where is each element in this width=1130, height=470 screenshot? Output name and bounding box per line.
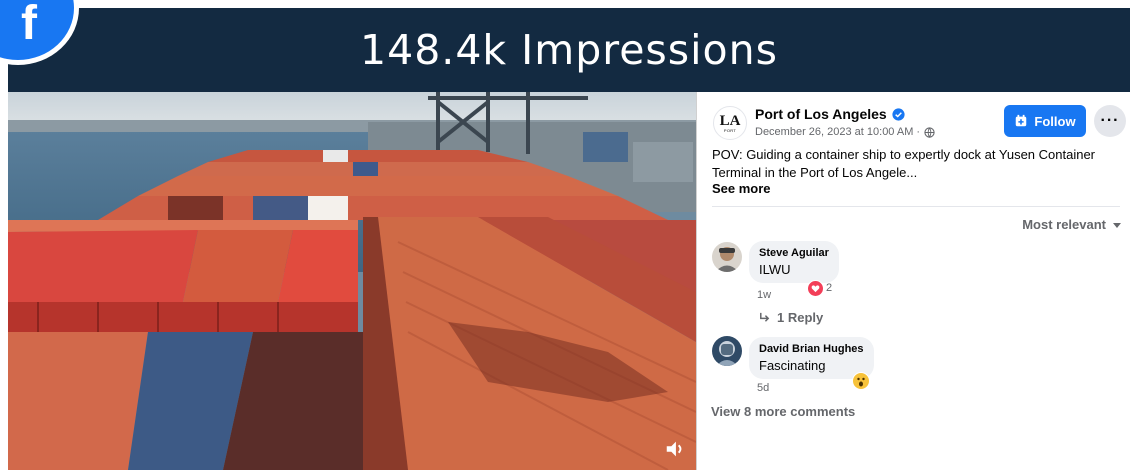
globe-icon [924,126,935,138]
comments-separator [712,206,1120,207]
reply-arrow-icon [760,312,770,322]
post-date[interactable]: December 26, 2023 at 10:00 AM · [755,126,920,138]
view-replies-link[interactable]: 1 Reply [758,310,823,325]
facebook-logo-letter: f [21,0,37,50]
follow-label: Follow [1034,113,1076,129]
comment-time[interactable]: 5d [757,382,769,394]
page-name-row: Port of Los Angeles [755,106,905,122]
sort-label: Most relevant [1022,217,1106,232]
impressions-title: 148.4k Impressions [360,26,778,74]
person-avatar-icon [712,242,742,272]
page-name-link[interactable]: Port of Los Angeles [755,106,887,122]
commenter-name[interactable]: Steve Aguilar [759,247,829,259]
add-page-icon [1016,114,1027,127]
view-more-comments-link[interactable]: View 8 more comments [711,404,855,419]
follow-button[interactable]: Follow [1004,105,1086,137]
comment-sort-dropdown[interactable]: Most relevant [1022,217,1122,232]
wow-reaction-icon[interactable] [852,372,870,390]
heart-icon [811,285,820,293]
page-logo-subtext: PORT [723,127,737,133]
comment-time[interactable]: 1w [757,289,771,301]
commenter-avatar[interactable] [712,336,742,366]
comment-bubble: Steve Aguilar ILWU [749,241,839,283]
verified-badge-icon [892,107,905,121]
caret-down-icon [1113,222,1121,228]
wow-face-icon [857,377,865,387]
page-logo-text: LA [719,112,741,129]
post-caption: POV: Guiding a container ship to expertl… [712,147,1096,180]
video-player[interactable] [8,92,696,470]
volume-icon[interactable] [664,438,686,460]
container-ship-video-frame [8,92,696,470]
reply-count-label: 1 Reply [777,310,824,325]
page-avatar[interactable]: LA PORT [713,106,747,140]
more-options-button[interactable]: ··· [1094,105,1126,137]
reaction-count: 2 [826,282,833,294]
person-avatar-icon [712,336,742,366]
post-panel: LA PORT Port of Los Angeles December 26,… [697,92,1130,470]
post-meta: December 26, 2023 at 10:00 AM · [755,126,935,138]
heart-reaction-icon[interactable] [807,280,824,297]
comment-text: Fascinating [759,358,826,373]
commenter-avatar[interactable] [712,242,742,272]
comment-text: ILWU [759,262,791,277]
see-more-link[interactable]: See more [712,181,771,196]
more-options-icon: ··· [1100,112,1120,129]
impressions-banner: 148.4k Impressions [8,8,1130,92]
commenter-name[interactable]: David Brian Hughes [759,343,864,355]
